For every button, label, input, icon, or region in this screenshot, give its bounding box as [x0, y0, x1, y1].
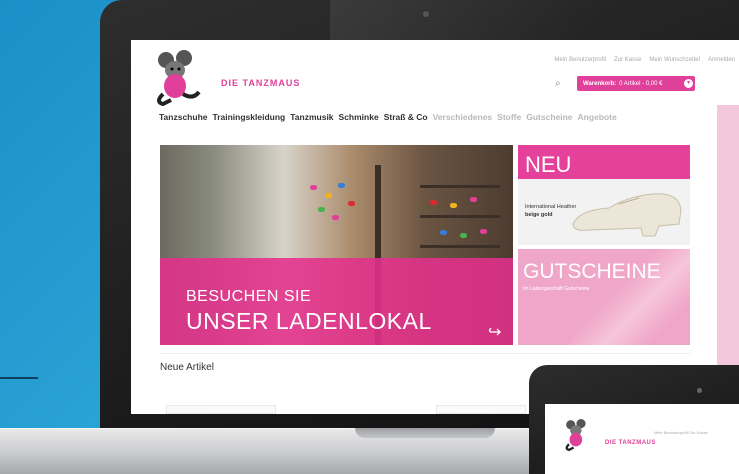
link-login[interactable]: Anmelden	[708, 57, 735, 63]
search-icon[interactable]: ⌕	[555, 78, 561, 89]
nav-item-gutscheine[interactable]: Gutscheine	[526, 112, 572, 122]
chevron-down-icon[interactable]: ▾	[684, 79, 693, 88]
promo-new-variant: beige gold	[525, 212, 553, 218]
nav-item-schminke[interactable]: Schminke	[339, 112, 379, 122]
link-checkout[interactable]: Zur Kasse	[614, 57, 641, 63]
laptop-notch	[355, 428, 495, 438]
nav-item-tanzmusik[interactable]: Tanzmusik	[290, 112, 333, 122]
mouse-mascot-icon	[565, 419, 586, 452]
nav-item-verschiedenes[interactable]: Verschiedenes	[433, 112, 493, 122]
cart-button[interactable]: Warenkorb: 0 Artikel - 0,00 €	[577, 76, 695, 91]
link-wishlist[interactable]: Mein Wunschzettel	[649, 57, 700, 63]
nav-item-stoffe[interactable]: Stoffe	[497, 112, 521, 122]
shoe-icon	[572, 193, 682, 237]
nav-item-trainingskleidung[interactable]: Trainingskleidung	[213, 112, 286, 122]
promo-new-product: International Heather	[525, 204, 577, 210]
product-tile[interactable]	[166, 405, 276, 414]
nav-item-strass[interactable]: Straß & Co	[384, 112, 428, 122]
promo-voucher-title: GUTSCHEINE	[523, 260, 661, 283]
divider	[160, 353, 690, 354]
section-title: Neue Artikel	[160, 362, 214, 373]
promo-new-title: NEU	[525, 152, 572, 177]
nav-item-tanzschuhe[interactable]: Tanzschuhe	[159, 112, 208, 122]
camera-icon	[697, 388, 702, 393]
top-links: Mein Benutzerprofil Zur Kasse Mein Wunsc…	[554, 57, 735, 63]
banner-subheadline[interactable]: UNSER LADENLOKAL	[186, 308, 432, 335]
promo-voucher-text: Im Ladengeschäft Gutscheine	[523, 286, 590, 292]
brand-name[interactable]: DIE TANZMAUS	[221, 78, 300, 88]
phone-brand-name[interactable]: DIE TANZMAUS	[605, 440, 656, 446]
arrow-icon[interactable]: ↪	[488, 322, 501, 342]
product-tile[interactable]	[436, 405, 526, 414]
banner-headline: BESUCHEN SIE	[186, 288, 312, 305]
main-nav: Tanzschuhe Trainingskleidung Tanzmusik S…	[159, 112, 617, 122]
camera-icon	[423, 11, 429, 17]
cart-value: 0 Artikel - 0,00 €	[619, 80, 663, 87]
mouse-mascot-icon	[157, 50, 201, 106]
decorative-line	[0, 377, 38, 379]
cart-label: Warenkorb:	[583, 80, 617, 87]
link-profile[interactable]: Mein Benutzerprofil	[554, 57, 606, 63]
nav-item-angebote[interactable]: Angebote	[578, 112, 617, 122]
phone-top-links[interactable]: Mein Benutzerprofil Zur Kasse	[654, 430, 708, 435]
